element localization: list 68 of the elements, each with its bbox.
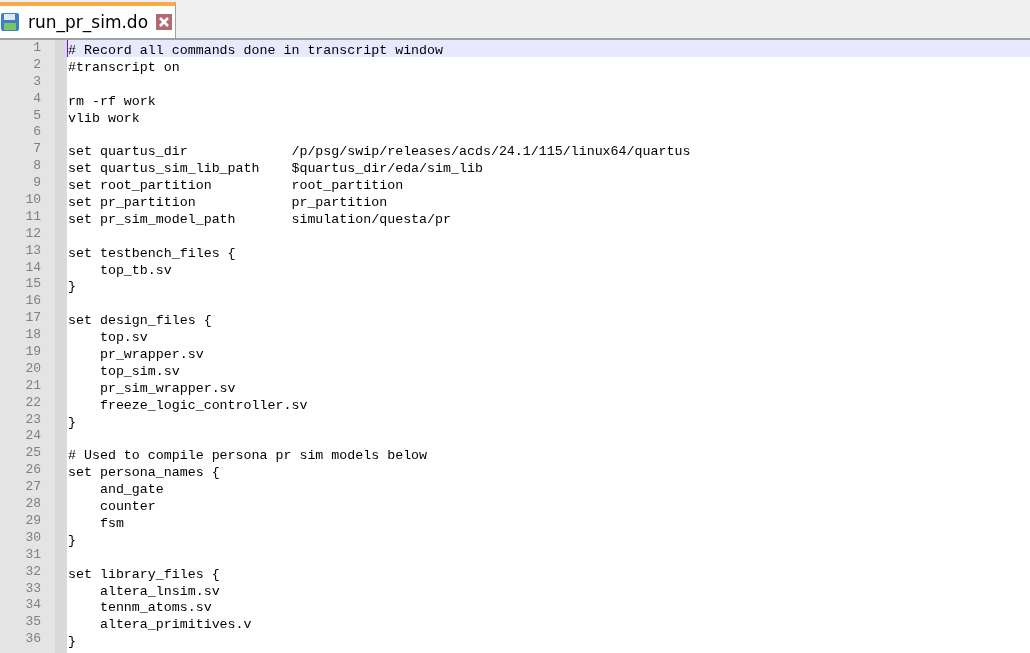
- code-line: altera_primitives.v: [98, 617, 252, 633]
- code-line: #transcript on: [68, 59, 180, 75]
- line-number: 31: [25, 546, 41, 562]
- line-number: 36: [25, 631, 41, 647]
- code-line: # Used to compile persona pr sim models below: [68, 448, 428, 464]
- code-line: set persona_names {: [68, 465, 220, 481]
- line-number: 7: [33, 141, 41, 157]
- line-number: 28: [25, 496, 41, 512]
- code-line: set pr_partition pr_partition: [68, 195, 388, 210]
- line-number: 32: [25, 563, 41, 579]
- code-line: set testbench_files {: [68, 245, 236, 261]
- line-number: 5: [33, 107, 41, 123]
- line-number: 20: [25, 360, 41, 376]
- code-line: and_gate: [98, 482, 164, 498]
- line-number: 27: [25, 479, 41, 495]
- code-line: top_tb.sv: [98, 262, 172, 278]
- line-number: 25: [25, 445, 41, 461]
- code-line: fsm: [98, 515, 124, 531]
- line-number: 34: [25, 597, 41, 613]
- code-line: set quartus_sim_lib_path $quartus_dir/eda/sim_lib: [68, 161, 483, 177]
- code-line: top.sv: [98, 330, 148, 346]
- line-number: 35: [25, 614, 41, 630]
- code-line: tennm_atoms.sv: [98, 600, 212, 616]
- code-line: set quartus_dir /p/psg/swip/releases/acds/24.1/115/linux64/quartus: [68, 144, 691, 160]
- line-number: 1: [33, 40, 41, 55]
- line-number: 21: [25, 377, 41, 393]
- code-line: rm -rf work: [68, 93, 156, 109]
- code-line: }: [68, 279, 76, 295]
- line-number: 17: [25, 310, 41, 326]
- line-number: 9: [33, 175, 41, 191]
- line-number: 29: [25, 512, 41, 528]
- line-number: 18: [25, 327, 41, 343]
- line-number: 14: [25, 259, 41, 275]
- line-number: 23: [25, 411, 41, 427]
- code-line: vlib work: [68, 110, 140, 126]
- line-number: 8: [33, 158, 41, 174]
- line-number: 30: [25, 529, 41, 545]
- line-number: 3: [33, 73, 41, 89]
- code-line: set design_files {: [68, 313, 212, 329]
- code-line: pr_wrapper.sv: [98, 347, 204, 363]
- code-line: altera_lnsim.sv: [98, 583, 220, 599]
- code-line: }: [68, 532, 76, 548]
- line-number: 16: [25, 293, 41, 309]
- close-icon[interactable]: [156, 14, 173, 30]
- code-line: set pr_sim_model_path simulation/questa/pr: [68, 211, 451, 227]
- line-number: 6: [33, 124, 41, 140]
- line-number: 22: [25, 394, 41, 410]
- code-line: pr_sim_wrapper.sv: [98, 380, 236, 396]
- code-line: }: [68, 414, 76, 430]
- line-number: 26: [25, 462, 41, 478]
- line-number: 24: [25, 428, 41, 444]
- code-line: freeze_logic_controller.sv: [98, 397, 308, 413]
- code-line: set library_files {: [68, 566, 220, 582]
- line-number: 12: [25, 225, 41, 241]
- line-number: 13: [25, 242, 41, 258]
- line-number: 19: [25, 344, 41, 360]
- code-line: counter: [98, 499, 156, 515]
- line-number: 10: [25, 192, 41, 207]
- line-number: 15: [25, 276, 41, 292]
- code-line: }: [68, 634, 76, 650]
- code-line: # Record all commands done in transcript window: [68, 43, 444, 58]
- code-line: set root_partition root_partition: [68, 178, 404, 194]
- line-number: 4: [33, 90, 41, 106]
- file-tab[interactable]: run_pr_sim.do: [0, 2, 176, 38]
- line-number: 11: [25, 208, 41, 224]
- line-number: 2: [33, 56, 41, 72]
- line-number: 33: [25, 580, 41, 596]
- code-line: top_sim.sv: [98, 363, 180, 379]
